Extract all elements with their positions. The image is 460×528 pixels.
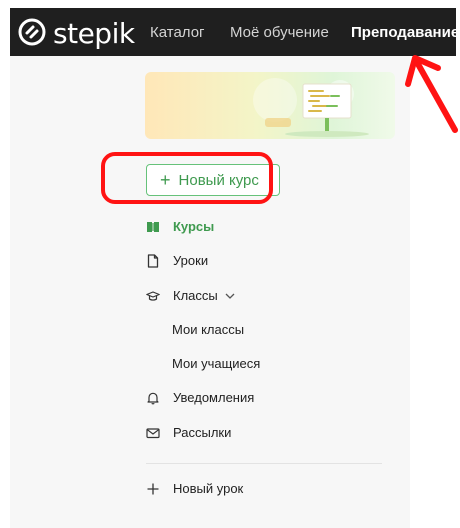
sidebar-item-courses[interactable]: Курсы [146, 219, 214, 234]
sidebar-divider [146, 463, 382, 464]
new-lesson-label: Новый урок [173, 481, 244, 496]
nav-teaching-link[interactable]: Преподавание [351, 24, 459, 41]
document-icon [147, 253, 159, 268]
teaching-sidebar-panel: + Новый курс Курсы Уроки Классы Мои клас… [10, 56, 410, 528]
sidebar-item-classes-label: Классы [173, 288, 218, 303]
annotation-arrow-icon [405, 55, 458, 133]
annotation-highlight-box [101, 152, 273, 204]
nav-catalog-link[interactable]: Каталог [150, 24, 205, 41]
sidebar-subitem-my-classes[interactable]: Мои классы [172, 322, 244, 337]
new-lesson-button[interactable]: Новый урок [146, 481, 243, 496]
sidebar-item-classes[interactable]: Классы [146, 288, 236, 303]
sidebar-item-notifications[interactable]: Уведомления [146, 390, 254, 405]
top-navigation-bar: stepik Каталог Моё обучение Преподавание [10, 8, 459, 56]
mail-icon [146, 427, 160, 438]
sidebar-subitem-my-students[interactable]: Мои учащиеся [172, 356, 260, 371]
bell-icon [147, 392, 159, 404]
nav-my-learning-link[interactable]: Моё обучение [230, 24, 329, 41]
chevron-down-icon[interactable] [224, 290, 236, 302]
sidebar-item-courses-label: Курсы [173, 219, 215, 234]
sidebar-item-mailings-label: Рассылки [173, 425, 232, 440]
sidebar-item-notifications-label: Уведомления [173, 390, 255, 405]
book-icon [147, 221, 159, 232]
banner-illustration-graphic [253, 78, 369, 137]
sidebar-item-mailings[interactable]: Рассылки [146, 425, 231, 440]
stepik-logo-text[interactable]: stepik [53, 17, 135, 50]
stepik-logo-icon[interactable] [18, 18, 46, 46]
teaching-banner-illustration [145, 72, 395, 139]
plus-icon [147, 483, 159, 494]
graduation-cap-icon [146, 290, 160, 301]
sidebar-item-lessons-label: Уроки [173, 253, 209, 268]
sidebar-item-lessons[interactable]: Уроки [146, 253, 208, 268]
